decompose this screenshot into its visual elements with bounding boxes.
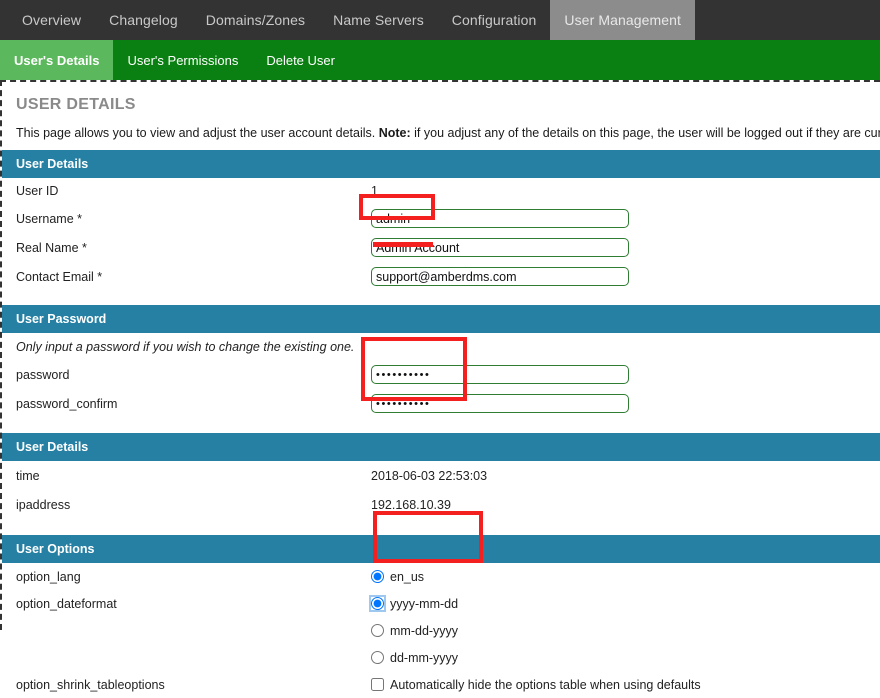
subnav-item-users-details[interactable]: User's Details [0, 40, 114, 80]
row-option-lang: option_lang en_us [2, 563, 880, 590]
checkbox-label: Automatically hide the options table whe… [390, 677, 701, 692]
subnav-item-delete-user[interactable]: Delete User [252, 40, 349, 80]
subnav-label: Delete User [266, 52, 335, 68]
row-label: option_dateformat [16, 596, 117, 611]
row-option-dateformat-alt2: dd-mm-yyyy [2, 644, 880, 671]
password-section-note: Only input a password if you wish to cha… [16, 340, 355, 354]
row-contact-email: Contact Email * [2, 262, 880, 291]
row-label: time [16, 468, 40, 483]
username-input[interactable] [371, 209, 629, 228]
password-input[interactable] [371, 365, 629, 384]
row-label: Contact Email * [16, 269, 103, 284]
topnav-item-user-management[interactable]: User Management [550, 0, 696, 40]
section-header-user-options: User Options [2, 535, 880, 563]
row-password-confirm: password_confirm [2, 389, 880, 418]
section-header-user-details: User Details [2, 150, 880, 178]
ipaddress-value: 192.168.10.39 [371, 497, 451, 512]
page-description-note: Note: [378, 126, 411, 140]
topnav-label: Configuration [451, 12, 537, 28]
section-header-user-details-meta: User Details [2, 433, 880, 461]
row-label: option_shrink_tableoptions [16, 677, 165, 692]
subnav-item-users-permissions[interactable]: User's Permissions [113, 40, 252, 80]
radio-label: en_us [390, 569, 425, 584]
page-description-part1: This page allows you to view and adjust … [16, 126, 379, 140]
row-real-name: Real Name * [2, 233, 880, 262]
radio-option-lang-en-us[interactable]: en_us [371, 570, 424, 584]
topnav-label: Name Servers [333, 12, 424, 28]
radio-label: dd-mm-yyyy [390, 650, 459, 665]
user-id-value: 1 [371, 184, 378, 198]
page-description-part2: if you adjust any of the details on this… [410, 126, 880, 140]
subnav-label: User's Permissions [127, 52, 239, 68]
checkbox-option-shrink-tableoptions[interactable]: Automatically hide the options table whe… [371, 678, 701, 692]
topnav-item-changelog[interactable]: Changelog [95, 0, 192, 40]
row-label: option_lang [16, 569, 81, 584]
topnav-item-overview[interactable]: Overview [8, 0, 95, 40]
radio-option-dateformat-mm-dd-yyyy[interactable]: mm-dd-yyyy [371, 624, 458, 638]
topnav-label: Changelog [109, 12, 178, 28]
topnav-label: User Management [564, 12, 682, 28]
row-label: password_confirm [16, 396, 118, 411]
radio-input[interactable] [369, 595, 386, 612]
radio-label: mm-dd-yyyy [390, 623, 459, 638]
row-user-id: User ID 1 [2, 178, 880, 204]
topnav-label: Domains/Zones [205, 12, 306, 28]
radio-input[interactable] [371, 624, 384, 637]
radio-label: yyyy-mm-dd [390, 596, 459, 611]
topnav-label: Overview [22, 12, 82, 28]
row-label: password [16, 367, 70, 382]
topnav-item-name-servers[interactable]: Name Servers [319, 0, 438, 40]
row-ipaddress: ipaddress 192.168.10.39 [2, 490, 880, 519]
row-password: password [2, 360, 880, 389]
main-content: USER DETAILS This page allows you to vie… [0, 80, 880, 692]
radio-option-dateformat-dd-mm-yyyy[interactable]: dd-mm-yyyy [371, 651, 458, 665]
primary-navigation: Overview Changelog Domains/Zones Name Se… [0, 0, 880, 40]
checkbox-input[interactable] [371, 678, 384, 691]
real-name-input[interactable] [371, 238, 629, 257]
radio-option-dateformat-yyyy-mm-dd[interactable]: yyyy-mm-dd [369, 595, 459, 612]
row-time: time 2018-06-03 22:53:03 [2, 461, 880, 490]
secondary-navigation: User's Details User's Permissions Delete… [0, 40, 880, 80]
radio-input[interactable] [371, 651, 384, 664]
row-label: Real Name * [16, 240, 87, 255]
page-title: USER DETAILS [16, 96, 136, 113]
row-label: Username * [16, 211, 82, 226]
row-option-dateformat-alt1: mm-dd-yyyy [2, 617, 880, 644]
topnav-item-domains-zones[interactable]: Domains/Zones [192, 0, 319, 40]
topnav-item-configuration[interactable]: Configuration [438, 0, 551, 40]
contact-email-input[interactable] [371, 267, 629, 286]
radio-input[interactable] [371, 570, 384, 583]
subnav-label: User's Details [14, 52, 100, 68]
row-option-shrink-tableoptions: option_shrink_tableoptions Automatically… [2, 671, 880, 698]
row-label: ipaddress [16, 497, 71, 512]
row-username: Username * [2, 204, 880, 233]
section-header-user-password: User Password [2, 305, 880, 333]
row-option-dateformat: option_dateformat yyyy-mm-dd [2, 590, 880, 617]
page-description: This page allows you to view and adjust … [2, 114, 880, 150]
time-value: 2018-06-03 22:53:03 [371, 468, 488, 483]
password-confirm-input[interactable] [371, 394, 629, 413]
row-label: User ID [16, 184, 59, 198]
